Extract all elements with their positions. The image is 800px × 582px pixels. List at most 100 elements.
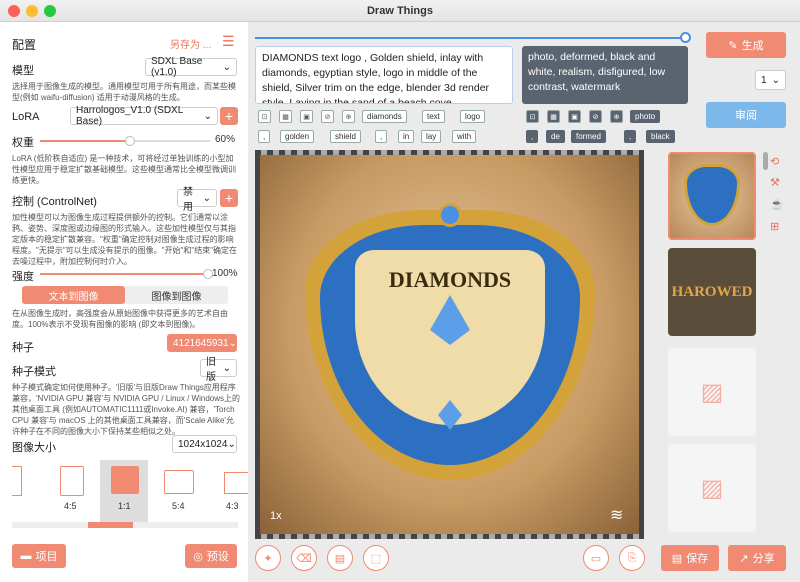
ratio-option-4-5[interactable] [60, 466, 84, 496]
canvas-frame: DIAMONDS 1x ≋ [255, 150, 644, 539]
ratio-label-4-5: 4:5 [64, 501, 77, 511]
generated-image[interactable]: DIAMONDS 1x ≋ [260, 155, 639, 534]
preset-label: 预设 [206, 551, 229, 563]
lora-select[interactable]: Harrologos_V1.0 (SDXL Base) ⌄ [70, 105, 218, 127]
chevron-down-icon: ⌄ [228, 337, 238, 349]
close-window-button[interactable] [8, 5, 20, 17]
prompt-token[interactable]: text [422, 110, 445, 123]
magic-wand-icon[interactable]: ✦ [255, 545, 281, 571]
prompt-token[interactable]: , [258, 130, 271, 143]
review-button[interactable]: 审阅 [706, 102, 786, 128]
ratio-option-4-3[interactable] [224, 472, 248, 494]
seed-input[interactable]: 4121645931 ⌄ [167, 334, 237, 352]
image-icon[interactable]: ▣ [300, 110, 313, 123]
select-icon[interactable]: ⬚ [363, 545, 389, 571]
controlnet-select-value: 禁用 [183, 187, 193, 213]
generate-button[interactable]: ✎ 生成 [706, 32, 786, 58]
thumbnail-placeholder[interactable]: ▨ [668, 348, 756, 436]
preset-icon: ◎ [193, 550, 203, 563]
save-as-button[interactable]: 另存为 ... [170, 36, 211, 51]
project-button[interactable]: ▬ 项目 [12, 544, 66, 568]
negative-token[interactable]: de [546, 130, 565, 143]
prompt-token[interactable]: shield [330, 130, 361, 143]
negative-token[interactable]: black [646, 130, 675, 143]
batch-count-select[interactable]: 1 ⌄ [755, 70, 786, 90]
thumbnail-placeholder[interactable]: ▨ [668, 444, 756, 532]
controlnet-select[interactable]: 禁用 ⌄ [177, 187, 217, 213]
fit-icon[interactable]: ⊡ [526, 110, 539, 123]
lora-select-value: Harrologos_V1.0 (SDXL Base) [76, 105, 183, 127]
controlnet-label: 控制 (ControlNet) [12, 196, 97, 208]
menu-list-icon[interactable]: ☰ [222, 33, 235, 50]
tab-image-to-image[interactable]: 图像到图像 [125, 286, 228, 304]
share-button[interactable]: ↗ 分享 [728, 545, 786, 571]
chevron-down-icon: ⌄ [771, 74, 780, 86]
edit-icon[interactable]: ⚒ [770, 176, 780, 189]
grid-view-icon[interactable]: ⊞ [770, 220, 779, 233]
ratio-option-5-4[interactable] [164, 470, 194, 494]
add-controlnet-button[interactable]: + [220, 189, 238, 207]
ratio-option-partial[interactable] [12, 466, 22, 496]
model-label: 模型 [12, 65, 34, 77]
negative-token[interactable]: photo [630, 110, 661, 123]
lora-weight-slider-handle[interactable] [125, 136, 135, 146]
prompt-token[interactable]: , [375, 130, 388, 143]
image-size-select[interactable]: 1024x1024 ⌄ [172, 435, 237, 453]
prompt-token[interactable]: lay [421, 130, 442, 143]
grid-icon[interactable]: ▦ [279, 110, 292, 123]
layers-icon[interactable]: ≋ [610, 505, 623, 525]
export-icon[interactable]: ⎘ [619, 545, 645, 571]
seed-mode-select[interactable]: 旧版 ⌄ [200, 357, 237, 383]
model-select[interactable]: SDXL Base (v1.0) ⌄ [145, 56, 237, 78]
chevron-down-icon: ⌄ [227, 438, 236, 450]
thumbnail-1[interactable] [668, 152, 756, 240]
batch-count-value: 1 [761, 74, 767, 86]
add-lora-button[interactable]: + [220, 107, 238, 125]
minimize-window-button[interactable] [26, 5, 38, 17]
grid-icon[interactable]: ▦ [547, 110, 560, 123]
chevron-down-icon: ⌄ [222, 362, 231, 374]
paint-icon[interactable]: ▤ [327, 545, 353, 571]
lora-weight-label: 权重 [12, 137, 34, 149]
ratio-label-1-1: 1:1 [118, 501, 131, 511]
zoom-window-button[interactable] [44, 5, 56, 17]
share-label: 分享 [752, 553, 775, 565]
tab-text-to-image[interactable]: 文本到图像 [22, 286, 125, 304]
preset-button[interactable]: ◎ 预设 [185, 544, 237, 568]
paperclip-icon[interactable]: ⊘ [321, 110, 334, 123]
fit-icon[interactable]: ⊡ [258, 110, 271, 123]
chevron-down-icon: ⌄ [222, 61, 231, 73]
lora-weight-slider-fill [40, 140, 130, 142]
prompt-token[interactable]: golden [280, 130, 315, 143]
paperclip-icon[interactable]: ⊘ [589, 110, 602, 123]
prompt-token[interactable]: with [452, 130, 477, 143]
save-label: 保存 [686, 553, 709, 565]
add-tag-icon[interactable]: ⊕ [342, 110, 355, 123]
image-icon[interactable]: ▣ [568, 110, 581, 123]
title-bar: Draw Things [0, 0, 800, 22]
cup-icon[interactable]: ☕ [770, 198, 784, 211]
shield-badge-text: DIAMONDS [388, 267, 512, 292]
progress-handle[interactable] [680, 32, 691, 43]
prompt-token[interactable]: in [398, 130, 415, 143]
add-tag-icon[interactable]: ⊕ [610, 110, 623, 123]
history-icon[interactable]: ⟲ [770, 155, 779, 168]
negative-prompt-input[interactable]: photo, deformed, black and white, realis… [522, 46, 688, 104]
prompt-token[interactable]: logo [460, 110, 486, 123]
positive-prompt-input[interactable]: DIAMONDS text logo , Golden shield, inla… [255, 46, 513, 104]
negative-token[interactable]: , [624, 130, 637, 143]
prompt-token[interactable]: diamonds [362, 110, 407, 123]
lora-description: LoRA (低阶秩自适应) 是一种技术，可将经过单独训练的小型加性模型应用于稳定… [12, 154, 236, 185]
save-button[interactable]: ▤ 保存 [661, 545, 719, 571]
thumbnail-2[interactable]: HAROWED [668, 248, 756, 336]
thumb-scrollbar[interactable] [763, 152, 768, 170]
seed-mode-description: 种子模式确定如何使用种子。'旧版'与旧版Draw Things应用程序兼容，'N… [12, 383, 240, 436]
sticky-note-icon[interactable]: ▭ [583, 545, 609, 571]
negative-token[interactable]: , [526, 130, 539, 143]
eraser-icon[interactable]: ⌫ [291, 545, 317, 571]
image-placeholder-icon: ▨ [700, 378, 724, 406]
chevron-down-icon: ⌄ [203, 110, 212, 122]
seed-mode-label: 种子模式 [12, 366, 56, 378]
ratio-option-1-1[interactable] [111, 466, 139, 494]
negative-token[interactable]: formed [571, 130, 606, 143]
